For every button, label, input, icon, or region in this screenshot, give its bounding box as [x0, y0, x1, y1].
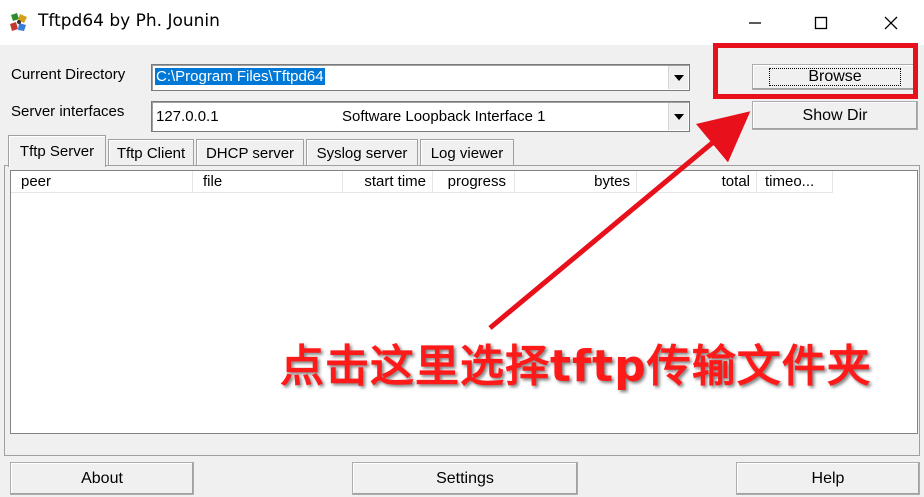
settings-label: Settings: [436, 469, 494, 487]
current-directory-value: C:\Program Files\Tftpd64: [155, 68, 325, 85]
column-label: progress: [447, 173, 506, 190]
column-progress[interactable]: progress: [433, 171, 515, 193]
tab-log-viewer[interactable]: Log viewer: [420, 139, 514, 166]
window-title: Tftpd64 by Ph. Jounin: [38, 11, 220, 31]
column-label: start time: [364, 173, 426, 190]
tab-label: DHCP server: [205, 144, 295, 162]
column-label: file: [203, 173, 223, 190]
highlight-box: [713, 43, 918, 99]
tab-label: Tftp Client: [116, 144, 186, 162]
tab-tftp-client[interactable]: Tftp Client: [108, 139, 194, 166]
app-icon: [10, 13, 27, 31]
annotation-text: 点击这里选择tftp传输文件夹: [279, 340, 872, 393]
tab-tftp-server[interactable]: Tftp Server: [8, 135, 106, 167]
settings-button[interactable]: Settings: [352, 462, 578, 495]
about-label: About: [81, 469, 123, 487]
about-button[interactable]: About: [10, 462, 194, 495]
server-interface-name: Software Loopback Interface 1: [342, 108, 546, 125]
tab-label: Log viewer: [430, 144, 504, 162]
close-icon: [884, 16, 898, 29]
show-dir-label: Show Dir: [802, 106, 868, 124]
tab-syslog-server[interactable]: Syslog server: [306, 139, 418, 166]
title-bar: Tftpd64 by Ph. Jounin: [0, 0, 924, 45]
column-label: total: [721, 173, 750, 190]
chevron-down-icon[interactable]: [668, 66, 688, 89]
tab-label: Tftp Server: [19, 143, 95, 160]
column-bytes[interactable]: bytes: [515, 171, 637, 193]
minimize-button[interactable]: [732, 0, 778, 45]
column-total[interactable]: total: [637, 171, 757, 193]
column-file[interactable]: file: [193, 171, 343, 193]
current-directory-label: Current Directory: [11, 66, 126, 83]
server-interfaces-label: Server interfaces: [11, 103, 125, 120]
column-timeout[interactable]: timeo...: [757, 171, 833, 193]
help-label: Help: [811, 469, 845, 487]
transfer-list[interactable]: peer file start time progress bytes tota…: [10, 170, 918, 434]
help-button[interactable]: Help: [736, 462, 920, 495]
column-peer[interactable]: peer: [11, 171, 193, 193]
column-label: peer: [21, 173, 52, 190]
minimize-icon: [749, 21, 761, 24]
maximize-button[interactable]: [798, 0, 844, 45]
column-label: timeo...: [765, 173, 815, 190]
show-dir-button[interactable]: Show Dir: [752, 101, 918, 130]
chevron-down-icon[interactable]: [668, 103, 688, 130]
tab-dhcp-server[interactable]: DHCP server: [196, 139, 304, 166]
column-start-time[interactable]: start time: [343, 171, 433, 193]
maximize-icon: [814, 16, 828, 29]
tab-label: Syslog server: [316, 144, 408, 162]
current-directory-combo[interactable]: C:\Program Files\Tftpd64: [151, 64, 690, 91]
close-button[interactable]: [868, 0, 914, 45]
column-label: bytes: [594, 173, 630, 190]
server-interfaces-combo[interactable]: 127.0.0.1 Software Loopback Interface 1: [151, 101, 690, 132]
server-ip: 127.0.0.1: [156, 108, 219, 125]
